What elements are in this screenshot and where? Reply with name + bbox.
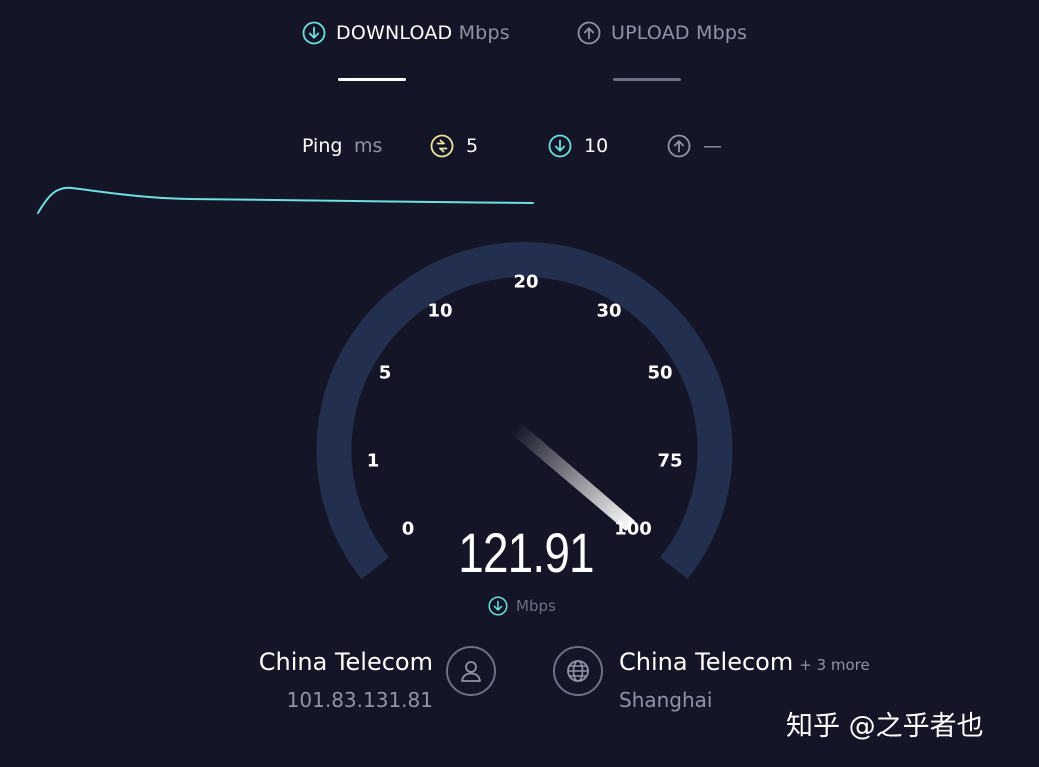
gauge-tick-label: 50 [647, 363, 672, 384]
gauge-tick-label: 75 [657, 451, 682, 472]
gauge-tick-label: 1 [367, 451, 380, 472]
isp-name: China Telecom [258, 648, 433, 676]
gauge-needle [508, 421, 635, 531]
speed-value: 121.91 [458, 521, 594, 584]
server-more-link[interactable]: + 3 more [799, 656, 870, 674]
gauge-tick-label: 30 [596, 301, 621, 322]
user-icon [446, 646, 496, 696]
download-arrow-icon [488, 596, 508, 616]
speed-unit: Mbps [488, 596, 556, 616]
gauge-tick-label: 10 [427, 301, 452, 322]
gauge-tick-label: 0 [402, 519, 415, 540]
globe-icon[interactable] [553, 646, 603, 696]
server-location: Shanghai [619, 688, 713, 712]
server-name[interactable]: China Telecom [619, 648, 793, 676]
speed-unit-label: Mbps [516, 597, 556, 615]
watermark-text: 知乎 @之乎者也 [786, 711, 984, 742]
speed-gauge: 0151020305075100 [316, 242, 733, 580]
isp-ip: 101.83.131.81 [286, 688, 433, 712]
server-name-row[interactable]: China Telecom + 3 more [619, 648, 870, 676]
gauge-tick-label: 5 [379, 363, 392, 384]
gauge-tick-label: 20 [513, 272, 538, 293]
